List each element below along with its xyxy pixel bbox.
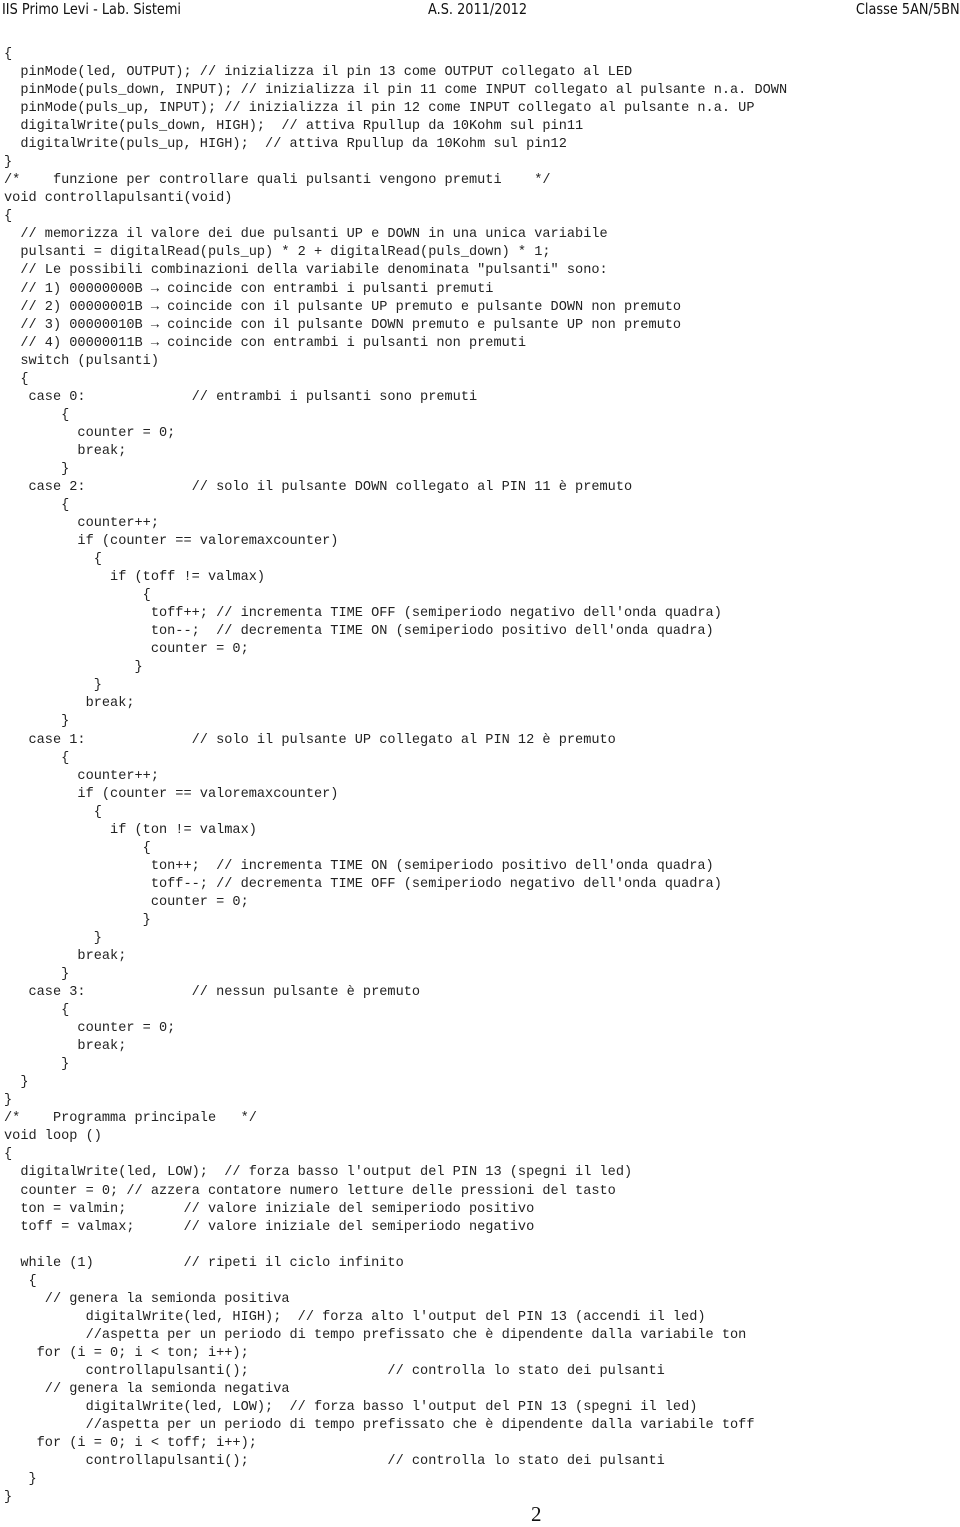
code-line: } — [4, 1057, 70, 1073]
code-line: void loop () — [4, 1129, 102, 1145]
code-line: /* funzione per controllare quali pulsan… — [4, 173, 551, 189]
code-line: } — [4, 155, 13, 171]
code-line: case 0: // entrambi i pulsanti sono prem… — [4, 389, 478, 405]
code-line: toff = valmax; // valore iniziale del se… — [4, 1219, 535, 1235]
code-line: counter = 0; — [4, 425, 176, 441]
code-line: } — [4, 967, 70, 983]
code-line: ton++; // incrementa TIME ON (semiperiod… — [4, 858, 714, 874]
code-line: // genera la semionda negativa — [4, 1381, 290, 1397]
code-line: { — [4, 407, 70, 423]
code-line: // 4) 00000011B → coincide con entrambi … — [4, 335, 527, 351]
code-line: //aspetta per un periodo di tempo prefis… — [4, 1327, 747, 1343]
code-line: while (1) // ripeti il ciclo infinito — [4, 1255, 404, 1271]
code-line: { — [4, 840, 151, 856]
code-line: { — [4, 1147, 13, 1163]
code-line: break; — [4, 949, 127, 964]
code-line: case 1: // solo il pulsante UP collegato… — [4, 732, 616, 748]
code-line: pulsanti = digitalRead(puls_up) * 2 + di… — [4, 245, 551, 261]
code-line: break; — [4, 696, 135, 712]
code-line: } — [4, 714, 70, 730]
code-line: // 1) 00000000B → coincide con entrambi … — [4, 281, 494, 297]
code-line: { — [4, 750, 70, 766]
code-line: digitalWrite(led, HIGH); // forza alto l… — [4, 1309, 706, 1325]
code-line: // genera la semionda positiva — [4, 1291, 290, 1307]
code-line: pinMode(led, OUTPUT); // inizializza il … — [4, 65, 633, 81]
code-line: toff++; // incrementa TIME OFF (semiperi… — [4, 606, 722, 622]
code-line: digitalWrite(led, LOW); // forza basso l… — [4, 1400, 698, 1415]
code-line: case 2: // solo il pulsante DOWN collega… — [4, 479, 633, 495]
code-line: if (counter == valoremaxcounter) — [4, 534, 339, 550]
code-line: digitalWrite(puls_up, HIGH); // attiva R… — [4, 137, 567, 153]
code-line: { — [4, 47, 13, 62]
code-line: { — [4, 1003, 70, 1019]
code-line: { — [4, 371, 29, 387]
code-line: pinMode(puls_up, INPUT); // inizializza … — [4, 101, 755, 117]
code-line: counter++; — [4, 768, 159, 784]
code-line: { — [4, 1273, 37, 1289]
code-line: if (toff != valmax) — [4, 570, 266, 586]
code-line: { — [4, 209, 13, 225]
code-line: } — [4, 1472, 37, 1488]
code-line: } — [4, 1075, 29, 1091]
code-line: controllapulsanti(); // controlla lo sta… — [4, 1363, 665, 1379]
code-line: for (i = 0; i < ton; i++); — [4, 1345, 249, 1361]
code-line: controllapulsanti(); // controlla lo sta… — [4, 1454, 665, 1470]
code-line: { — [4, 498, 70, 513]
code-line: break; — [4, 1039, 127, 1055]
code-line: // 3) 00000010B → coincide con il pulsan… — [4, 317, 682, 333]
code-line: void controllapulsanti(void) — [4, 191, 233, 207]
code-line: if (ton != valmax) — [4, 822, 257, 838]
code-line: { — [4, 804, 102, 820]
code-line: for (i = 0; i < toff; i++); — [4, 1436, 257, 1452]
code-line: digitalWrite(led, LOW); // forza basso l… — [4, 1165, 633, 1181]
code-line: } — [4, 930, 102, 946]
code-line: } — [4, 461, 70, 477]
code-line: { — [4, 588, 151, 604]
page-number: 2 — [531, 1502, 542, 1526]
code-line: } — [4, 660, 143, 676]
code-line: { — [4, 552, 102, 568]
code-line: toff--; // decrementa TIME OFF (semiperi… — [4, 876, 722, 892]
code-line: if (counter == valoremaxcounter) — [4, 786, 339, 802]
code-line: pinMode(puls_down, INPUT); // inizializz… — [4, 83, 788, 99]
code-line: //aspetta per un periodo di tempo prefis… — [4, 1418, 755, 1434]
code-line: counter = 0; — [4, 1021, 176, 1037]
code-line: // memorizza il valore dei due pulsanti … — [4, 227, 608, 243]
code-line: switch (pulsanti) — [4, 353, 159, 369]
code-line: digitalWrite(puls_down, HIGH); // attiva… — [4, 119, 584, 135]
code-line: counter = 0; — [4, 642, 249, 658]
code-line: /* Programma principale */ — [4, 1111, 257, 1127]
code-line: break; — [4, 443, 127, 459]
code-line: counter = 0; // azzera contatore numero … — [4, 1183, 616, 1199]
code-line: } — [4, 1490, 13, 1506]
code-line: } — [4, 678, 102, 694]
code-line: case 3: // nessun pulsante è premuto — [4, 985, 421, 1001]
code-line: ton = valmin; // valore iniziale del sem… — [4, 1201, 535, 1217]
code-line: counter = 0; — [4, 894, 249, 910]
code-line: } — [4, 1093, 13, 1109]
code-listing: { pinMode(led, OUTPUT); // inizializza i… — [0, 0, 960, 1524]
code-line: ton--; // decrementa TIME ON (semiperiod… — [4, 624, 714, 640]
code-line: // Le possibili combinazioni della varia… — [4, 263, 608, 279]
code-line: // 2) 00000001B → coincide con il pulsan… — [4, 299, 682, 315]
code-line: } — [4, 912, 151, 928]
code-line: counter++; — [4, 516, 159, 532]
